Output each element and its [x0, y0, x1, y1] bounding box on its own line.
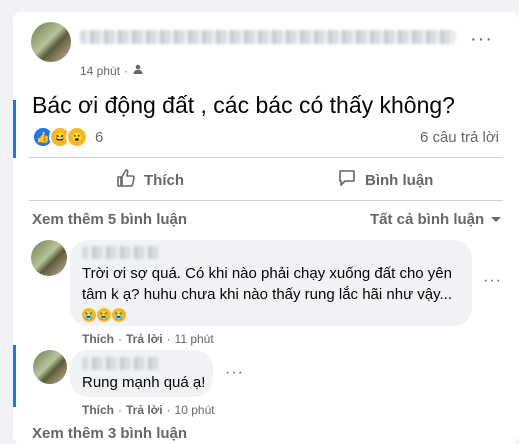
post-text: Bác ơi động đất , các bác có thấy không? [32, 92, 455, 118]
post-time[interactable]: 14 phút [80, 64, 120, 78]
author-avatar[interactable] [31, 22, 71, 62]
comment-reply-link[interactable]: Trả lời [126, 332, 163, 346]
author-name-blurred[interactable] [80, 30, 455, 44]
filter-label: Tất cả bình luận [370, 211, 485, 228]
see-more-comments-top[interactable]: Xem thêm 5 bình luận [32, 211, 187, 228]
comment-time[interactable]: 11 phút [175, 332, 214, 346]
post-meta: 14 phút · [80, 63, 144, 78]
focus-indicator [13, 345, 16, 407]
comment-options-icon[interactable]: ··· [225, 364, 244, 382]
comment-actions: Thích · Trả lời · 10 phút [82, 403, 215, 417]
like-label: Thích [144, 171, 184, 189]
divider [29, 200, 503, 201]
comment-label: Bình luận [365, 171, 434, 189]
comment-text-line1: Trời ơi sợ quá. Có khi nào phải chạy xuố… [82, 265, 452, 282]
comment-time[interactable]: 10 phút [175, 403, 215, 417]
comment-text-line2: tâm k ạ? huhu chưa khi nào thấy rung lắc… [82, 286, 453, 303]
comment-text-line1: Rung mạnh quá ạ! [82, 374, 206, 391]
comment-options-icon[interactable]: ··· [483, 272, 502, 290]
comment-icon [337, 168, 357, 192]
crying-emoji-group: 😭 😭 😭 [82, 305, 127, 323]
thumbs-up-icon [116, 168, 136, 192]
reactions-summary[interactable]: 👍 😆 😮 6 [32, 126, 103, 148]
comment-reply-link[interactable]: Trả lời [126, 403, 163, 417]
see-more-comments-bottom[interactable]: Xem thêm 3 bình luận [32, 425, 187, 442]
wow-reaction-icon: 😮 [66, 126, 88, 148]
comment-filter-dropdown[interactable]: Tất cả bình luận [370, 211, 502, 228]
comment-button[interactable]: Bình luận [337, 168, 433, 192]
crying-face-icon: 😭 [112, 308, 126, 322]
comment-like-link[interactable]: Thích [82, 403, 114, 417]
friends-icon [132, 63, 144, 78]
crying-face-icon: 😭 [82, 308, 96, 322]
like-button[interactable]: Thích [116, 168, 184, 192]
comment-like-link[interactable]: Thích [82, 332, 114, 346]
comment-actions: Thích · Trả lời · 11 phút [82, 332, 214, 346]
reaction-count: 6 [95, 128, 104, 146]
crying-face-icon: 😭 [97, 308, 111, 322]
commenter-avatar[interactable] [31, 240, 67, 276]
commenter-name-blurred[interactable] [82, 357, 160, 370]
caret-down-icon [490, 211, 502, 228]
commenter-name-blurred[interactable] [82, 246, 160, 259]
more-options-icon[interactable]: ··· [470, 28, 493, 51]
divider [29, 157, 503, 158]
commenter-avatar[interactable] [33, 350, 67, 384]
focus-indicator [13, 100, 16, 158]
reply-count[interactable]: 6 câu trả lời [420, 129, 499, 146]
